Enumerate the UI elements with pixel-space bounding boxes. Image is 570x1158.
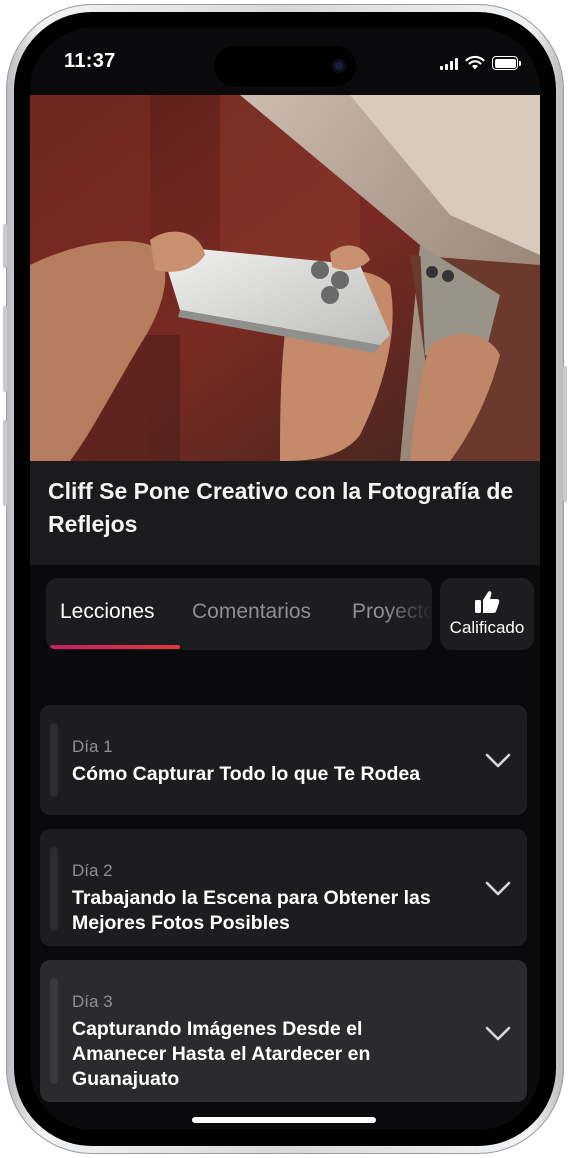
hero-image [30, 95, 540, 461]
lesson-card-2[interactable]: Día 2 Trabajando la Escena para Obtener … [40, 829, 527, 946]
lesson-bar [50, 978, 58, 1084]
lesson-card-1[interactable]: Día 1 Cómo Capturar Todo lo que Te Rodea [40, 705, 527, 815]
status-time: 11:37 [64, 50, 116, 72]
wifi-icon [465, 55, 485, 70]
rating-button[interactable]: Calificado [440, 578, 534, 650]
volume-up-button [3, 306, 7, 392]
lesson-day: Día 1 [72, 737, 113, 756]
lesson-title: Cómo Capturar Todo lo que Te Rodea [72, 763, 421, 785]
cellular-signal-icon [440, 58, 458, 70]
chevron-down-icon[interactable] [485, 1026, 511, 1042]
screen: 11:37 Cliff Se Pone Creativo con la Foto… [30, 28, 540, 1130]
dynamic-island [214, 46, 356, 86]
hero-title-box: Cliff Se Pone Creativo con la Fotografía… [30, 461, 540, 565]
tab-bar: Lecciones Comentarios Proyectos [46, 578, 432, 650]
tab-lecciones[interactable]: Lecciones [60, 600, 155, 624]
lesson-bar [50, 723, 58, 797]
mute-switch [3, 224, 7, 268]
lesson-title: Capturando Imágenes Desde el Amanecer Ha… [72, 1018, 371, 1090]
power-button [563, 366, 567, 502]
lesson-card-3[interactable]: Día 3 Capturando Imágenes Desde el Amane… [40, 960, 527, 1102]
active-tab-indicator [50, 645, 180, 649]
front-camera-icon [332, 59, 346, 73]
lesson-title: Trabajando la Escena para Obtener las Me… [72, 887, 431, 934]
lesson-bar [50, 847, 58, 931]
home-indicator[interactable] [192, 1117, 376, 1123]
tab-fade [386, 578, 432, 650]
course-title: Cliff Se Pone Creativo con la Fotografía… [48, 478, 514, 537]
volume-down-button [3, 420, 7, 506]
battery-icon [492, 56, 521, 70]
tab-comentarios[interactable]: Comentarios [192, 600, 311, 624]
chevron-down-icon[interactable] [485, 881, 511, 897]
lesson-day: Día 2 [72, 861, 113, 880]
status-icons [440, 54, 521, 70]
chevron-down-icon[interactable] [485, 753, 511, 769]
lesson-day: Día 3 [72, 992, 113, 1011]
rating-label: Calificado [449, 618, 525, 637]
thumbs-up-icon [475, 591, 500, 613]
